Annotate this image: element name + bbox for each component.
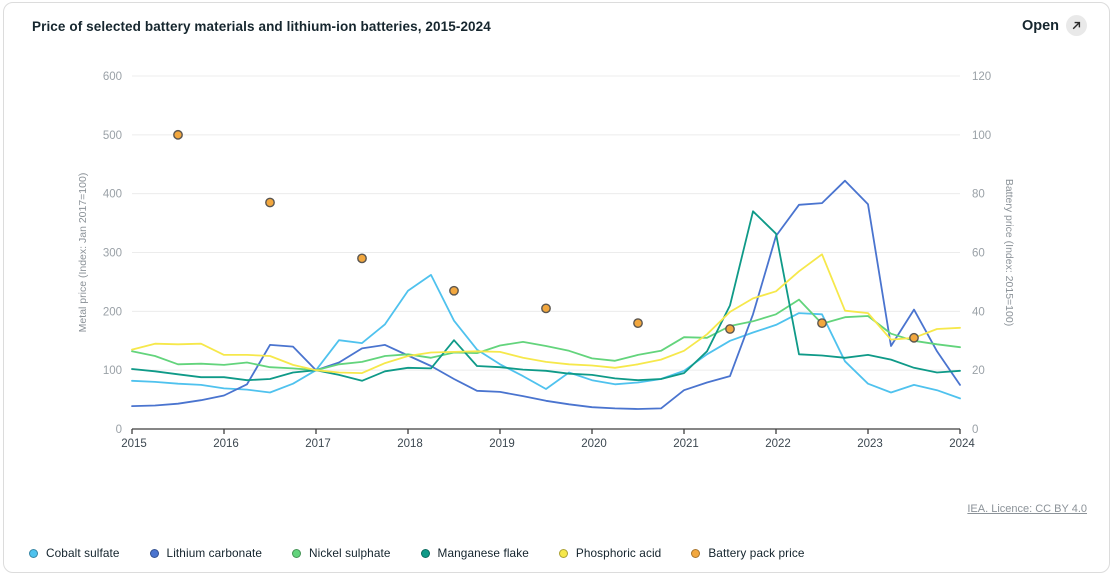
scatter-point-battery-pack-price <box>634 319 642 327</box>
left-axis-tick-label: 300 <box>103 248 122 260</box>
scatter-point-battery-pack-price <box>910 334 918 342</box>
left-axis-tick-label: 500 <box>103 130 122 142</box>
x-axis-tick-label: 2021 <box>673 438 699 450</box>
left-axis-tick-label: 100 <box>103 365 122 377</box>
legend-label: Cobalt sulfate <box>46 546 120 560</box>
chart-legend: Cobalt sulfate Lithium carbonate Nickel … <box>29 546 805 560</box>
legend-label: Phosphoric acid <box>576 546 661 560</box>
x-axis-tick-label: 2018 <box>397 438 423 450</box>
x-axis-tick-label: 2017 <box>305 438 331 450</box>
licence-link[interactable]: IEA. Licence: CC BY 4.0 <box>967 503 1087 515</box>
left-axis-title: Metal price (Index: Jan 2017=100) <box>77 173 89 333</box>
legend-item-phosphoric-acid[interactable]: Phosphoric acid <box>559 546 661 560</box>
x-axis-tick-label: 2023 <box>857 438 883 450</box>
chart-svg: 0 100 200 300 400 500 600 0 20 40 60 80 100 120 2015 20… <box>4 3 1110 573</box>
right-axis-tick-label: 20 <box>972 365 985 377</box>
legend-item-manganese-flake[interactable]: Manganese flake <box>421 546 529 560</box>
legend-item-lithium-carbonate[interactable]: Lithium carbonate <box>150 546 262 560</box>
legend-item-cobalt-sulfate[interactable]: Cobalt sulfate <box>29 546 120 560</box>
left-axis-tick-label: 600 <box>103 71 122 83</box>
scatter-point-battery-pack-price <box>818 319 826 327</box>
legend-dot <box>150 549 159 558</box>
scatter-point-battery-pack-price <box>542 304 550 312</box>
legend-dot <box>559 549 568 558</box>
right-axis-tick-label: 120 <box>972 71 991 83</box>
right-axis-tick-label: 80 <box>972 189 985 201</box>
series-line-phosphoric-acid <box>132 254 960 373</box>
legend-dot <box>421 549 430 558</box>
scatter-point-battery-pack-price <box>450 287 458 295</box>
legend-dot <box>691 549 700 558</box>
legend-label: Battery pack price <box>708 546 804 560</box>
x-axis-tick-label: 2019 <box>489 438 515 450</box>
scatter-point-battery-pack-price <box>174 131 182 139</box>
x-axis-tick-label: 2022 <box>765 438 791 450</box>
x-axis-tick-label: 2024 <box>949 438 975 450</box>
scatter-point-battery-pack-price <box>266 198 274 206</box>
legend-dot <box>29 549 38 558</box>
series-line-lithium-carbonate <box>132 181 960 409</box>
legend-label: Manganese flake <box>438 546 529 560</box>
licence-note: IEA. Licence: CC BY 4.0 <box>967 503 1087 515</box>
left-axis-tick-label: 400 <box>103 189 122 201</box>
right-axis-tick-label: 60 <box>972 248 985 260</box>
legend-item-battery-pack-price[interactable]: Battery pack price <box>691 546 804 560</box>
scatter-point-battery-pack-price <box>358 254 366 262</box>
right-axis-tick-label: 40 <box>972 306 985 318</box>
x-axis-tick-label: 2016 <box>213 438 239 450</box>
legend-label: Nickel sulphate <box>309 546 391 560</box>
legend-item-nickel-sulphate[interactable]: Nickel sulphate <box>292 546 391 560</box>
chart-plot-area: 0 100 200 300 400 500 600 0 20 40 60 80 100 120 2015 20… <box>4 3 1110 573</box>
legend-dot <box>292 549 301 558</box>
left-axis-tick-label: 200 <box>103 306 122 318</box>
scatter-point-battery-pack-price <box>726 325 734 333</box>
x-axis-tick-label: 2020 <box>581 438 607 450</box>
right-axis-title: Battery price (Index: 2015=100) <box>1003 179 1015 326</box>
legend-label: Lithium carbonate <box>167 546 262 560</box>
left-axis-tick-label: 0 <box>116 424 122 436</box>
right-axis-tick-label: 0 <box>972 424 978 436</box>
right-axis-tick-label: 100 <box>972 130 991 142</box>
chart-card: Price of selected battery materials and … <box>3 2 1110 573</box>
x-axis-tick-label: 2015 <box>121 438 147 450</box>
